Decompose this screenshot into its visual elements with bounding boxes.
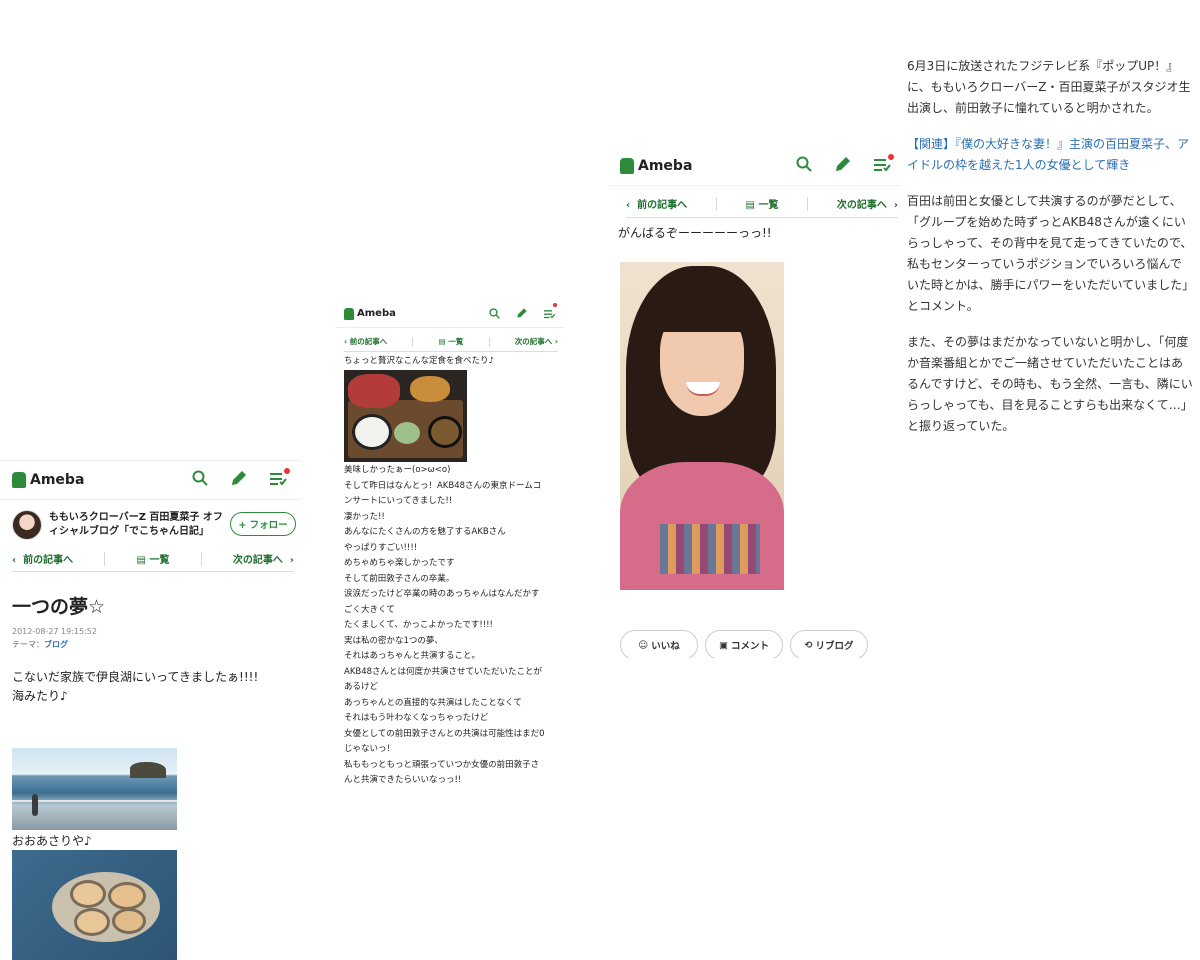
photo-clam bbox=[74, 908, 110, 936]
comment-button[interactable]: ▣ コメント bbox=[705, 630, 783, 658]
divider bbox=[412, 336, 414, 347]
ameba-logo-icon bbox=[12, 472, 26, 488]
notification-dot bbox=[553, 303, 557, 307]
list-link[interactable]: ▤ 一覧 bbox=[137, 551, 170, 566]
pencil-icon[interactable] bbox=[516, 304, 528, 323]
chevron-right-icon: › bbox=[282, 555, 294, 566]
list-link[interactable]: ▤ 一覧 bbox=[746, 196, 779, 211]
selfie-photo[interactable] bbox=[620, 262, 784, 590]
next-article-link[interactable]: 次の記事へ › bbox=[837, 196, 898, 211]
photo-fry bbox=[410, 376, 450, 402]
photo-small-dish bbox=[394, 422, 420, 444]
ameba-logo-icon bbox=[344, 307, 354, 320]
next-article-link[interactable]: 次の記事へ › bbox=[515, 336, 558, 347]
chevron-left-icon: ‹ bbox=[626, 200, 638, 211]
photo-person bbox=[32, 794, 38, 816]
article-date: 2012-08-27 19:15:52 bbox=[12, 627, 97, 636]
article-nav: ‹ 前の記事へ ▤ 一覧 次の記事へ › bbox=[344, 332, 558, 352]
ameba-logo[interactable]: Ameba bbox=[344, 307, 396, 320]
article-line: がんばるぞーーーーーっっ!! bbox=[618, 226, 772, 240]
avatar[interactable] bbox=[12, 510, 42, 540]
search-icon[interactable] bbox=[192, 470, 208, 490]
reader-list-icon[interactable] bbox=[874, 153, 894, 176]
pencil-icon[interactable] bbox=[834, 155, 852, 177]
document-icon: ▤ bbox=[438, 337, 449, 346]
notification-dot bbox=[284, 468, 290, 474]
chevron-right-icon: › bbox=[552, 337, 558, 346]
divider bbox=[104, 551, 106, 566]
document-icon: ▤ bbox=[745, 200, 759, 211]
article-theme: テーマ：ブログ bbox=[12, 640, 68, 649]
photo-bangs bbox=[654, 292, 750, 332]
photo-shirt-print bbox=[660, 524, 760, 574]
smile-icon: ☺ bbox=[638, 639, 649, 651]
photo-dish bbox=[52, 872, 160, 942]
blog-panel-3: Ameba ‹ 前の記事へ ▤ 一覧 次の記事へ › がんばるぞーーーーーっっ!… bbox=[608, 146, 900, 658]
article-title: 一つの夢☆ bbox=[12, 596, 106, 618]
reader-list-icon[interactable] bbox=[544, 303, 557, 323]
comment-icon: ▣ bbox=[719, 639, 728, 651]
prev-article-link[interactable]: ‹ 前の記事へ bbox=[626, 196, 687, 211]
like-button[interactable]: ☺ いいね bbox=[620, 630, 698, 658]
chevron-right-icon: › bbox=[886, 200, 898, 211]
divider bbox=[488, 336, 490, 347]
blog-panel-2: Ameba ‹ 前の記事へ ▤ 一覧 次の記事へ › ちょっと贅沢なこんな定食を… bbox=[336, 300, 564, 788]
article-paragraph: また、その夢はまだかなっていないと明かし、「何度 か音楽番組とかでご一緒させてい… bbox=[907, 335, 1193, 433]
chevron-left-icon: ‹ bbox=[12, 555, 24, 566]
article-body: 美味しかったぁー(o>ω<o) そして昨日はなんとっ！AKB48さんの東京ドーム… bbox=[344, 465, 545, 785]
reblog-icon: ⟲ bbox=[804, 639, 813, 651]
photo-clam bbox=[112, 908, 146, 934]
divider bbox=[715, 196, 717, 211]
article-nav: ‹ 前の記事へ ▤ 一覧 次の記事へ › bbox=[626, 190, 898, 218]
ameba-logo[interactable]: Ameba bbox=[12, 472, 84, 488]
document-icon: ▤ bbox=[136, 555, 150, 566]
prev-article-link[interactable]: ‹ 前の記事へ bbox=[344, 336, 387, 347]
article-body: こないだ家族で伊良湖にいってきましたぁ!!!! 海みたり♪ bbox=[12, 670, 259, 703]
photo-sashimi bbox=[348, 374, 400, 408]
theme-link[interactable]: ブログ bbox=[44, 640, 68, 649]
prev-article-link[interactable]: ‹ 前の記事へ bbox=[12, 551, 73, 566]
ameba-header: Ameba bbox=[0, 460, 300, 500]
divider bbox=[200, 551, 202, 566]
set-meal-photo[interactable] bbox=[344, 370, 467, 462]
blog-panel-1: Ameba ももいろクローバーZ 百田夏菜子 オフ ィシャルブログ「でこちゃん日… bbox=[0, 460, 300, 960]
ameba-header: Ameba bbox=[608, 146, 900, 186]
follow-button[interactable]: + フォロー bbox=[230, 512, 296, 536]
ameba-logo[interactable]: Ameba bbox=[620, 157, 692, 174]
pencil-icon[interactable] bbox=[230, 469, 248, 491]
photo-caption: おおあさりや♪ bbox=[12, 834, 92, 848]
article-paragraph: 百田は前田と女優として共演するのが夢だとして、 「グループを始めた時ずっとAKB… bbox=[907, 194, 1195, 313]
photo-clam bbox=[108, 882, 146, 910]
list-link[interactable]: ▤ 一覧 bbox=[439, 336, 464, 347]
search-icon[interactable] bbox=[489, 304, 500, 323]
article-line: ちょっと贅沢なこんな定食を食べたり♪ bbox=[344, 356, 494, 366]
photo-rock bbox=[130, 762, 166, 778]
blog-info-row: ももいろクローバーZ 百田夏菜子 オフ ィシャルブログ「でこちゃん日記」 + フ… bbox=[12, 508, 296, 544]
sea-photo[interactable] bbox=[12, 748, 177, 830]
notification-dot bbox=[888, 153, 894, 160]
clam-photo[interactable] bbox=[12, 850, 177, 960]
ameba-header: Ameba bbox=[336, 300, 564, 328]
photo-rice-bowl bbox=[352, 414, 392, 450]
related-article-link[interactable]: 【関連】『僕の大好きな妻！』主演の百田夏菜子、ア イドルの枠を越えた1人の女優と… bbox=[907, 134, 1193, 176]
search-icon[interactable] bbox=[796, 156, 812, 176]
photo-soup bbox=[428, 416, 462, 448]
news-article: 6月3日に放送されたフジテレビ系『ポップUP！』 に、ももいろクローバーZ・百田… bbox=[907, 56, 1195, 437]
blog-name[interactable]: ももいろクローバーZ 百田夏菜子 オフ ィシャルブログ「でこちゃん日記」 bbox=[49, 511, 223, 539]
reader-list-icon[interactable] bbox=[270, 468, 290, 490]
ameba-logo-icon bbox=[620, 157, 634, 174]
photo-clam bbox=[70, 880, 106, 908]
divider bbox=[807, 196, 809, 211]
next-article-link[interactable]: 次の記事へ › bbox=[233, 551, 294, 566]
article-paragraph: 6月3日に放送されたフジテレビ系『ポップUP！』 に、ももいろクローバーZ・百田… bbox=[907, 59, 1191, 115]
article-nav: ‹ 前の記事へ ▤ 一覧 次の記事へ › bbox=[12, 546, 294, 572]
reblog-button[interactable]: ⟲ リブログ bbox=[790, 630, 868, 658]
